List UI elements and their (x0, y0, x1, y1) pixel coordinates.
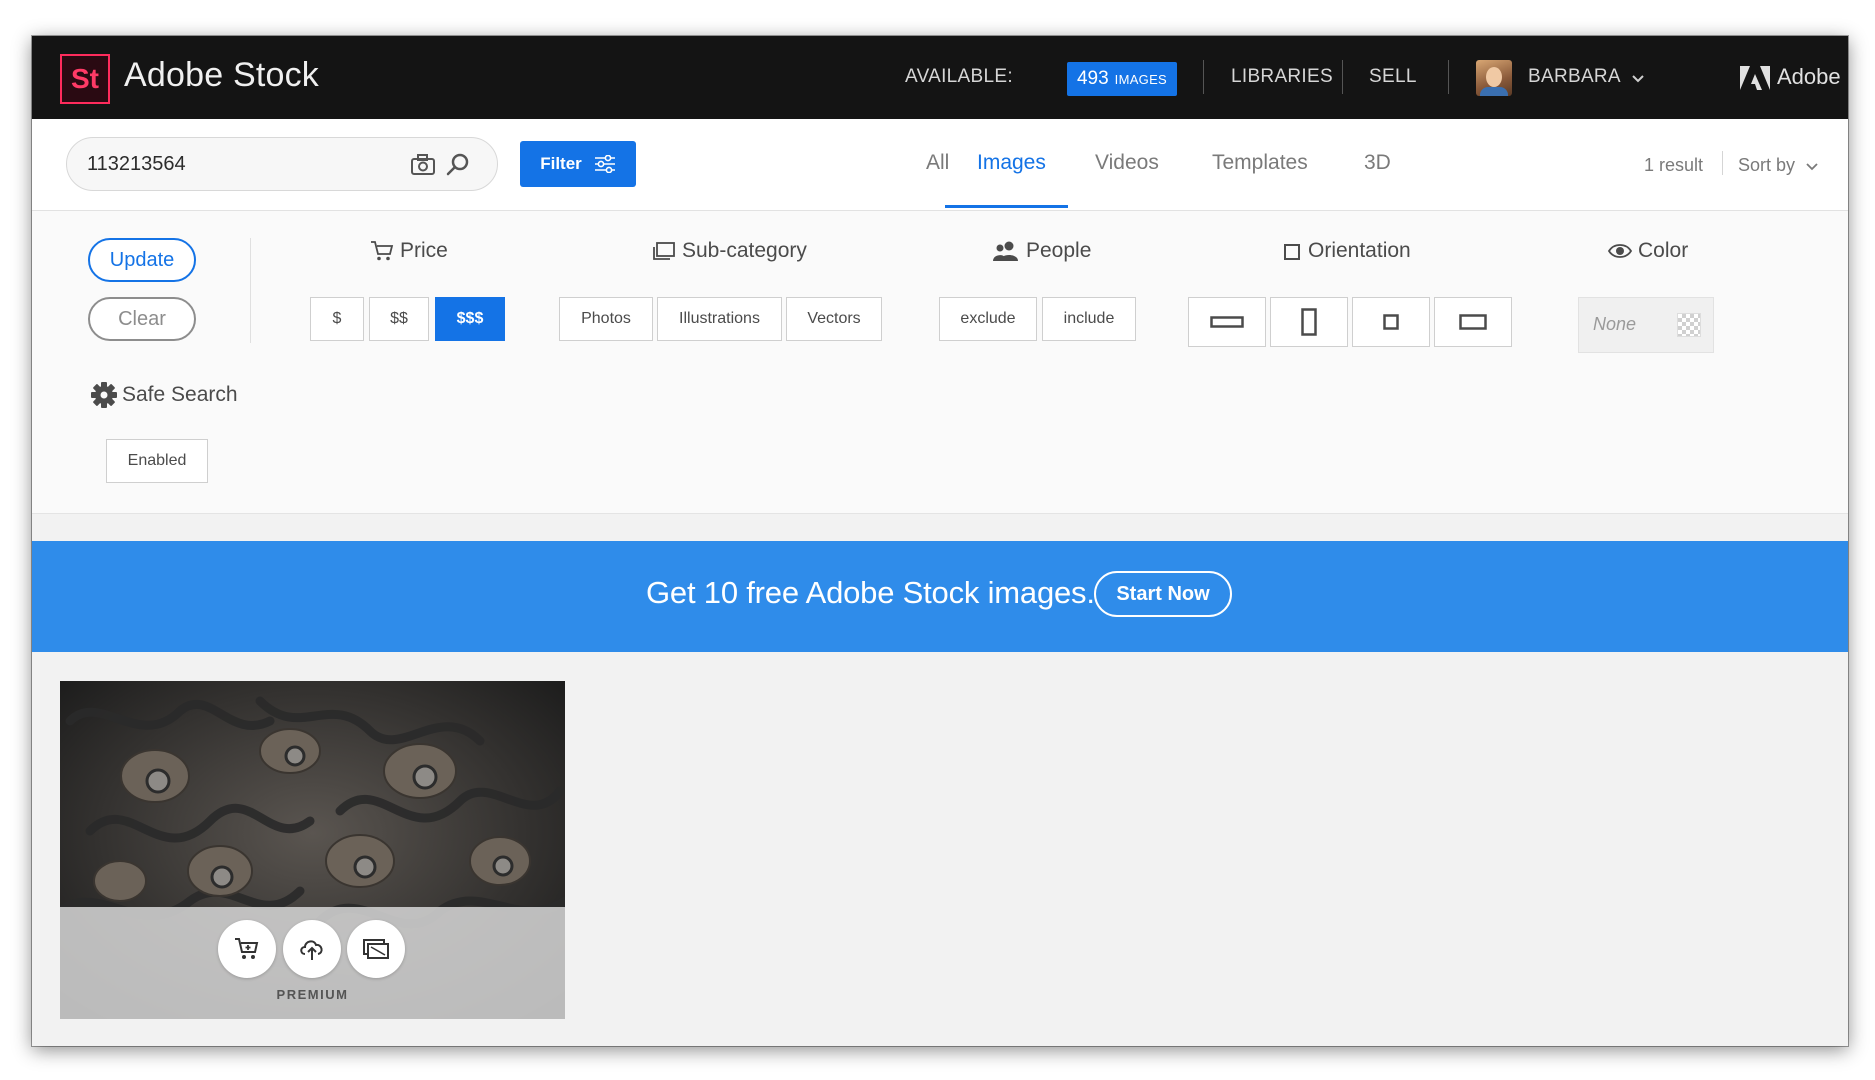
price-title: Price (370, 239, 448, 263)
divider (1448, 60, 1449, 94)
preview-button[interactable] (347, 920, 405, 978)
search-icon[interactable] (445, 152, 471, 178)
subcategory-title: Sub-category (652, 239, 807, 263)
clear-button[interactable]: Clear (88, 297, 196, 341)
vertical-icon (1301, 308, 1317, 336)
people-exclude[interactable]: exclude (939, 297, 1037, 341)
price-option-3[interactable]: $$$ (435, 297, 505, 341)
orientation-title: Orientation (1282, 239, 1411, 263)
images-unit: IMAGES (1114, 71, 1168, 87)
chevron-down-icon (1806, 163, 1818, 171)
safe-search-toggle[interactable]: Enabled (106, 439, 208, 483)
sort-by-label: Sort by (1738, 155, 1796, 175)
tab-images[interactable]: Images (977, 151, 1046, 175)
preview-icon (363, 939, 389, 959)
result-card[interactable]: PREMIUM (60, 681, 565, 1019)
orientation-panoramic[interactable] (1434, 297, 1512, 347)
user-name[interactable]: BARBARA (1528, 66, 1621, 88)
gear-icon (91, 382, 117, 408)
people-label: People (1026, 239, 1092, 262)
orientation-square[interactable] (1352, 297, 1430, 347)
filter-panel: Update Clear Price $ $$ $$$ Sub-category… (32, 211, 1848, 514)
cloud-upload-icon (300, 940, 323, 960)
subcategory-illustrations[interactable]: Illustrations (657, 297, 782, 341)
brand-name[interactable]: Adobe Stock (124, 56, 319, 95)
price-option-2[interactable]: $$ (369, 297, 429, 341)
cart-icon (371, 241, 394, 261)
tab-videos[interactable]: Videos (1095, 151, 1159, 175)
start-now-button[interactable]: Start Now (1094, 571, 1232, 617)
libraries-link[interactable]: LIBRARIES (1231, 66, 1333, 88)
promo-text: Get 10 free Adobe Stock images. (646, 575, 1095, 610)
color-value: None (1593, 314, 1637, 334)
adobe-stock-logo[interactable]: St (60, 54, 110, 104)
price-option-1[interactable]: $ (310, 297, 364, 341)
divider (1203, 60, 1204, 94)
subcategory-photos[interactable]: Photos (559, 297, 653, 341)
add-to-cart-button[interactable] (218, 920, 276, 978)
images-count: 493 (1076, 68, 1109, 89)
color-label: Color (1638, 239, 1689, 262)
search-box[interactable] (66, 137, 498, 191)
color-title: Color (1608, 239, 1688, 263)
divider (1342, 60, 1343, 94)
safe-search-title: Safe Search (90, 381, 238, 409)
tab-3d[interactable]: 3D (1364, 151, 1391, 175)
square-icon (1284, 244, 1300, 260)
result-count: 1 result (1644, 155, 1704, 175)
divider (1722, 151, 1723, 175)
color-picker[interactable]: None (1578, 297, 1714, 353)
subcategory-label: Sub-category (682, 239, 807, 262)
filter-label: Filter (540, 154, 582, 173)
search-row: Filter All Images Videos Templates 3D 1 … (32, 119, 1848, 211)
chevron-down-icon[interactable] (1631, 74, 1645, 84)
people-title: People (992, 239, 1091, 263)
top-bar: St Adobe Stock AVAILABLE: 493 IMAGES LIB… (32, 36, 1848, 119)
people-icon (993, 241, 1018, 261)
images-available-badge[interactable]: 493 IMAGES (1067, 62, 1177, 96)
search-input[interactable] (87, 150, 387, 178)
horizontal-icon (1210, 316, 1244, 328)
safe-search-label: Safe Search (122, 383, 238, 406)
avatar[interactable] (1476, 60, 1512, 96)
premium-badge: PREMIUM (276, 987, 349, 1002)
transparent-swatch-icon (1677, 313, 1701, 337)
promo-banner: Get 10 free Adobe Stock images. Start No… (32, 541, 1848, 652)
cart-icon (235, 938, 259, 959)
panoramic-icon (1459, 314, 1487, 330)
save-to-library-button[interactable] (283, 920, 341, 978)
sell-link[interactable]: SELL (1369, 66, 1417, 88)
gallery-icon (653, 242, 675, 260)
avatar-shirt (1480, 87, 1508, 96)
available-label: AVAILABLE: (905, 66, 1013, 87)
tab-all[interactable]: All (926, 151, 949, 175)
orientation-vertical[interactable] (1270, 297, 1348, 347)
orientation-horizontal[interactable] (1188, 297, 1266, 347)
sliders-icon (594, 155, 615, 173)
people-include[interactable]: include (1042, 297, 1136, 341)
active-tab-indicator (945, 205, 1068, 208)
card-actions-overlay: PREMIUM (60, 907, 565, 1019)
update-button[interactable]: Update (88, 238, 196, 282)
square-icon (1383, 314, 1399, 330)
camera-icon[interactable] (411, 154, 435, 176)
avatar-face (1486, 67, 1502, 87)
adobe-logo-icon[interactable] (1740, 66, 1770, 90)
subcategory-vectors[interactable]: Vectors (786, 297, 882, 341)
adobe-link[interactable]: Adobe (1777, 64, 1841, 90)
app-window: St Adobe Stock AVAILABLE: 493 IMAGES LIB… (32, 36, 1848, 1046)
divider (250, 238, 251, 343)
sort-by-dropdown[interactable]: Sort by (1738, 155, 1818, 176)
price-label: Price (400, 239, 448, 262)
filter-button[interactable]: Filter (520, 141, 636, 187)
tab-templates[interactable]: Templates (1212, 151, 1308, 175)
orientation-label: Orientation (1308, 239, 1411, 262)
eye-icon (1608, 244, 1632, 258)
